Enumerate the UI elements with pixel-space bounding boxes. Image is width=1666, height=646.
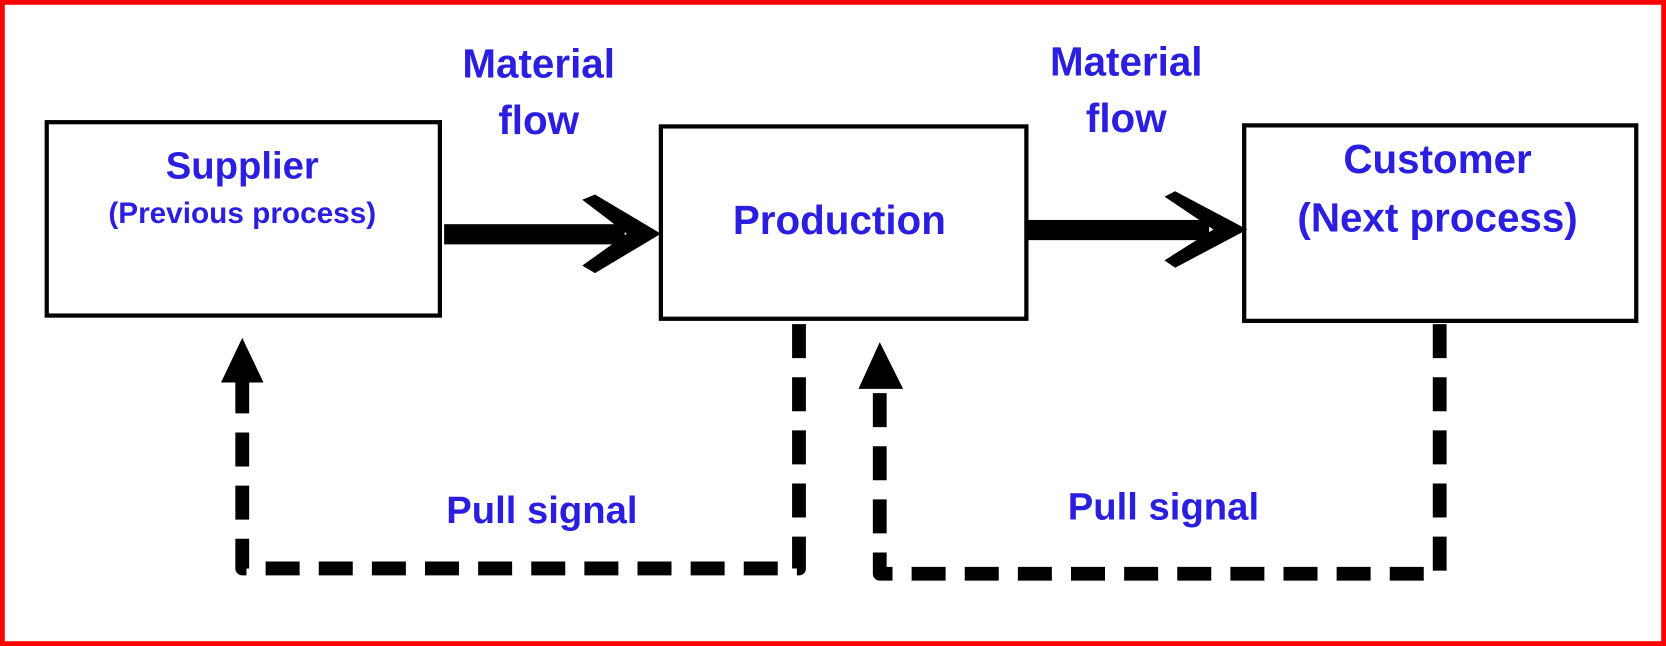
supplier-subtitle: (Previous process) bbox=[108, 197, 376, 230]
pull-system-diagram: Supplier (Previous process) Production C… bbox=[0, 0, 1666, 646]
pull-signal-2-label: Pull signal bbox=[1068, 486, 1259, 529]
material-flow-2-line1: Material bbox=[1050, 38, 1203, 84]
material-flow-1-line2: flow bbox=[498, 97, 579, 143]
production-title: Production bbox=[733, 197, 946, 243]
material-flow-2-line2: flow bbox=[1086, 95, 1167, 141]
material-flow-1-line1: Material bbox=[462, 41, 615, 87]
customer-subtitle: (Next process) bbox=[1297, 195, 1577, 241]
supplier-title: Supplier bbox=[166, 145, 319, 188]
customer-title: Customer bbox=[1343, 136, 1532, 182]
pull-signal-1-label: Pull signal bbox=[446, 489, 637, 532]
